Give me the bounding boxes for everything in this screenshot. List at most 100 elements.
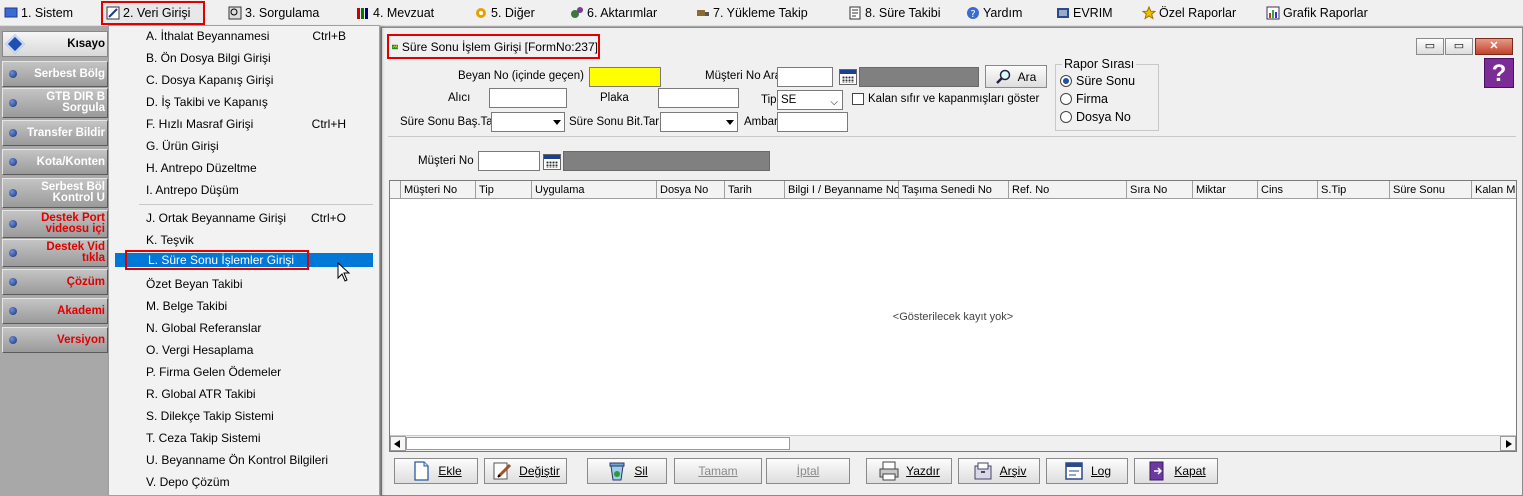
menu-sure-takibi[interactable]: 8. Süre Takibi	[844, 2, 945, 24]
sidebar-item-kota[interactable]: Kota/Konten	[2, 149, 108, 175]
ekle-button[interactable]: Ekle	[394, 458, 478, 484]
menu-grafik-raporlar[interactable]: Grafik Raporlar	[1262, 2, 1372, 24]
menu-veri-girisi[interactable]: 2. Veri Girişi	[101, 1, 205, 25]
scroll-left-icon[interactable]	[390, 436, 406, 451]
sil-button[interactable]: Sil	[587, 458, 667, 484]
col-uygulama[interactable]: Uygulama	[532, 181, 657, 198]
kalan-checkbox[interactable]: Kalan sıfır ve kapanmışları göster	[852, 93, 1039, 105]
plaka-input[interactable]	[658, 88, 739, 108]
kapat-button[interactable]: Kapat	[1134, 458, 1218, 484]
sidebar-item-label: Versiyon	[57, 334, 105, 346]
tamam-button[interactable]: Tamam	[674, 458, 762, 484]
col-dosya-no[interactable]: Dosya No	[657, 181, 725, 198]
veri-girisi-dropdown: A. İthalat Beyannamesi Ctrl+B B. Ön Dosya…	[108, 25, 380, 496]
sidebar-item-akademi[interactable]: Akademi	[2, 298, 108, 324]
menu-aktarimlar[interactable]: 6. Aktarımlar	[566, 2, 661, 24]
menu-item-is-takibi[interactable]: D. İş Takibi ve Kapanış	[113, 92, 375, 113]
menu-evrim[interactable]: EVRIM	[1052, 2, 1117, 24]
menu-item-urun-girisi[interactable]: G. Ürün Girişi	[113, 136, 375, 157]
sidebar-item-destek-video[interactable]: Destek Vid tıkla	[2, 239, 108, 267]
ambar-input[interactable]	[777, 112, 848, 132]
close-button[interactable]: ✕	[1475, 38, 1513, 55]
calendar-icon[interactable]	[543, 154, 561, 170]
menu-item-global-atr[interactable]: R. Global ATR Takibi	[113, 384, 375, 405]
col-bilgi-beyanname-no[interactable]: Bilgi I / Beyanname No	[785, 181, 899, 198]
radio-icon[interactable]	[1060, 111, 1072, 123]
col-tarih[interactable]: Tarih	[725, 181, 785, 198]
menu-item-dosya-kapanis[interactable]: C. Dosya Kapanış Girişi	[113, 70, 375, 91]
menu-diger[interactable]: 5. Diğer	[470, 2, 539, 24]
ara-button[interactable]: Ara	[985, 65, 1047, 88]
menu-item-antrepo-dusum[interactable]: I. Antrepo Düşüm	[113, 180, 375, 201]
minimize-button[interactable]: ▭	[1416, 38, 1444, 55]
yazdir-button[interactable]: Yazdır	[866, 458, 952, 484]
col-cins[interactable]: Cins	[1258, 181, 1318, 198]
col-sure-sonu[interactable]: Süre Sonu	[1390, 181, 1472, 198]
col-ref-no[interactable]: Ref. No	[1009, 181, 1127, 198]
menu-item-ortak-beyanname[interactable]: J. Ortak Beyanname Girişi Ctrl+O	[113, 208, 375, 229]
beyan-no-input[interactable]	[589, 67, 661, 87]
menu-item-hizli-masraf[interactable]: F. Hızlı Masraf Girişi Ctrl+H	[113, 114, 375, 135]
musteri-no-ara-input[interactable]	[777, 67, 833, 87]
col-sira-no[interactable]: Sıra No	[1127, 181, 1193, 198]
scrollbar-thumb[interactable]	[406, 437, 790, 450]
sidebar-item-serbest-bolge[interactable]: Serbest Bölg	[2, 61, 108, 87]
sidebar-item-transfer[interactable]: Transfer Bildir	[2, 120, 108, 146]
tip-select[interactable]: SE ⌵	[777, 90, 843, 110]
menu-item-beyanname-on-kontrol[interactable]: U. Beyanname Ön Kontrol Bilgileri	[113, 450, 375, 471]
menu-item-dilekce-takip[interactable]: S. Dilekçe Takip Sistemi	[113, 406, 375, 427]
degistir-button[interactable]: Değiştir	[484, 458, 567, 484]
col-musteri-no[interactable]: Müşteri No	[401, 181, 476, 198]
menu-mevzuat[interactable]: 4. Mevzuat	[352, 2, 438, 24]
radio-dosya-no[interactable]: Dosya No	[1060, 110, 1131, 124]
menu-item-firma-gelen-odemeler[interactable]: P. Firma Gelen Ödemeler	[113, 362, 375, 383]
iptal-button[interactable]: İptal	[766, 458, 850, 484]
menu-item-belge-takibi[interactable]: M. Belge Takibi	[113, 296, 375, 317]
col-tip[interactable]: Tip	[476, 181, 532, 198]
sidebar-item-gtb[interactable]: GTB DIR B Sorgula	[2, 88, 108, 118]
menu-sorgulama[interactable]: 3. Sorgulama	[224, 2, 323, 24]
arsiv-button-label: Arşiv	[999, 464, 1027, 478]
menu-item-tesvik[interactable]: K. Teşvik	[113, 230, 375, 251]
calendar-icon[interactable]	[839, 69, 857, 85]
radio-selected-icon[interactable]	[1060, 75, 1072, 87]
col-miktar[interactable]: Miktar	[1193, 181, 1258, 198]
col-tasima-senedi-no[interactable]: Taşıma Senedi No	[899, 181, 1009, 198]
menu-item-global-referanslar[interactable]: N. Global Referanslar	[113, 318, 375, 339]
checkbox-box[interactable]	[852, 93, 864, 105]
sidebar-item-serbest-kontrol[interactable]: Serbest Böl Kontrol U	[2, 178, 108, 208]
sidebar-header[interactable]: Kısayo	[2, 31, 108, 57]
menu-item-ceza-takip[interactable]: T. Ceza Takip Sistemi	[113, 428, 375, 449]
sidebar-item-versiyon[interactable]: Versiyon	[2, 327, 108, 353]
menu-item-depo-cozum[interactable]: V. Depo Çözüm	[113, 472, 375, 493]
menu-item-vergi-hesaplama[interactable]: O. Vergi Hesaplama	[113, 340, 375, 361]
sure-sonu-bas-select[interactable]	[491, 112, 565, 132]
radio-firma[interactable]: Firma	[1060, 92, 1108, 106]
menu-yardim[interactable]: ? Yardım	[962, 2, 1026, 24]
menu-item-ithalat-beyannamesi[interactable]: A. İthalat Beyannamesi Ctrl+B	[113, 26, 375, 47]
horizontal-scrollbar[interactable]	[390, 435, 1516, 451]
radio-sure-sonu[interactable]: Süre Sonu	[1060, 74, 1135, 88]
menu-item-antrepo-duzeltme[interactable]: H. Antrepo Düzeltme	[113, 158, 375, 179]
sidebar-item-cozum[interactable]: Çözüm	[2, 269, 108, 295]
menu-item-sure-sonu-islemler[interactable]: L. Süre Sonu İşlemler Girişi	[115, 250, 373, 270]
menu-sistem[interactable]: 1. Sistem	[0, 2, 77, 24]
sure-sonu-bit-select[interactable]	[660, 112, 738, 132]
col-kalan-miktar[interactable]: Kalan Mi	[1472, 181, 1516, 198]
help-button[interactable]: ?	[1484, 58, 1514, 88]
menu-item-on-dosya[interactable]: B. Ön Dosya Bilgi Girişi	[113, 48, 375, 69]
menu-ozel-raporlar[interactable]: Özel Raporlar	[1138, 2, 1240, 24]
radio-icon[interactable]	[1060, 93, 1072, 105]
col-s-tip[interactable]: S.Tip	[1318, 181, 1390, 198]
log-button[interactable]: Log	[1046, 458, 1128, 484]
results-grid[interactable]: Müşteri No Tip Uygulama Dosya No Tarih B…	[389, 180, 1517, 452]
rapor-sirasi-title: Rapor Sırası	[1062, 57, 1137, 71]
scroll-right-icon[interactable]	[1500, 436, 1516, 451]
menu-yukleme-takip[interactable]: 7. Yükleme Takip	[692, 2, 812, 24]
musteri-no-input[interactable]	[478, 151, 540, 171]
restore-button[interactable]: ▭	[1445, 38, 1473, 55]
sidebar-item-destek-portal[interactable]: Destek Port videosu içi	[2, 210, 108, 238]
alici-input[interactable]	[489, 88, 567, 108]
menu-item-ozet-beyan[interactable]: Özet Beyan Takibi	[113, 274, 375, 295]
arsiv-button[interactable]: Arşiv	[958, 458, 1040, 484]
